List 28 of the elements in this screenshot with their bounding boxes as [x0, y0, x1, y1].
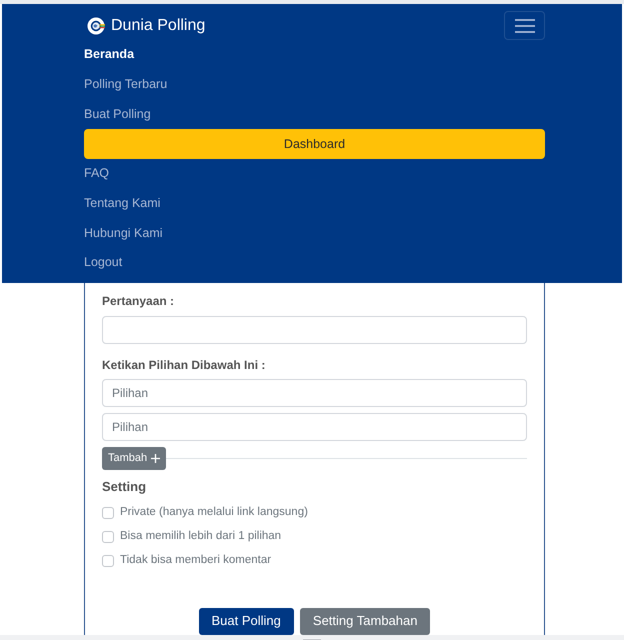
choice-field[interactable]: Pilihan — [102, 412, 527, 440]
question-field[interactable] — [102, 316, 527, 344]
choices-label: Ketikan Pilihan Dibawah Ini : — [102, 356, 266, 372]
nav-link[interactable]: Tentang Kami — [84, 194, 160, 213]
nav-link[interactable]: Buat Polling — [84, 104, 151, 124]
choice-field[interactable]: Pilihan — [102, 378, 527, 406]
settings-heading: Setting — [102, 478, 148, 494]
nav-link[interactable]: Beranda — [84, 45, 134, 64]
menu-icon — [514, 18, 534, 32]
nav-link[interactable]: FAQ — [84, 164, 110, 183]
plus-icon — [151, 454, 160, 462]
menu-toggle-button[interactable] — [504, 11, 545, 40]
checkbox[interactable] — [102, 530, 114, 542]
dashboard-button[interactable]: Dashboard — [84, 128, 545, 159]
create-poll-button[interactable]: Buat Polling — [198, 608, 294, 634]
checkbox[interactable] — [102, 554, 114, 566]
nav-link[interactable]: Polling Terbaru — [84, 75, 168, 94]
checkbox-label: Tidak bisa memberi komentar — [120, 552, 272, 568]
nav-link[interactable]: Hubungi Kami — [84, 224, 163, 242]
extra-settings-button[interactable]: Setting Tambahan — [300, 608, 430, 634]
brand-link[interactable]: Dunia Polling — [84, 14, 206, 38]
checkbox-label: Bisa memilih lebih dari 1 pilihan — [120, 528, 282, 544]
checkbox-label: Private (hanya melalui link langsung) — [120, 504, 308, 520]
checkbox[interactable] — [102, 506, 114, 518]
nav-link[interactable]: Logout — [84, 253, 122, 272]
add-choice-button[interactable]: Tambah — [102, 446, 166, 470]
question-label: Pertanyaan : — [102, 292, 176, 308]
logo-icon — [87, 16, 105, 34]
